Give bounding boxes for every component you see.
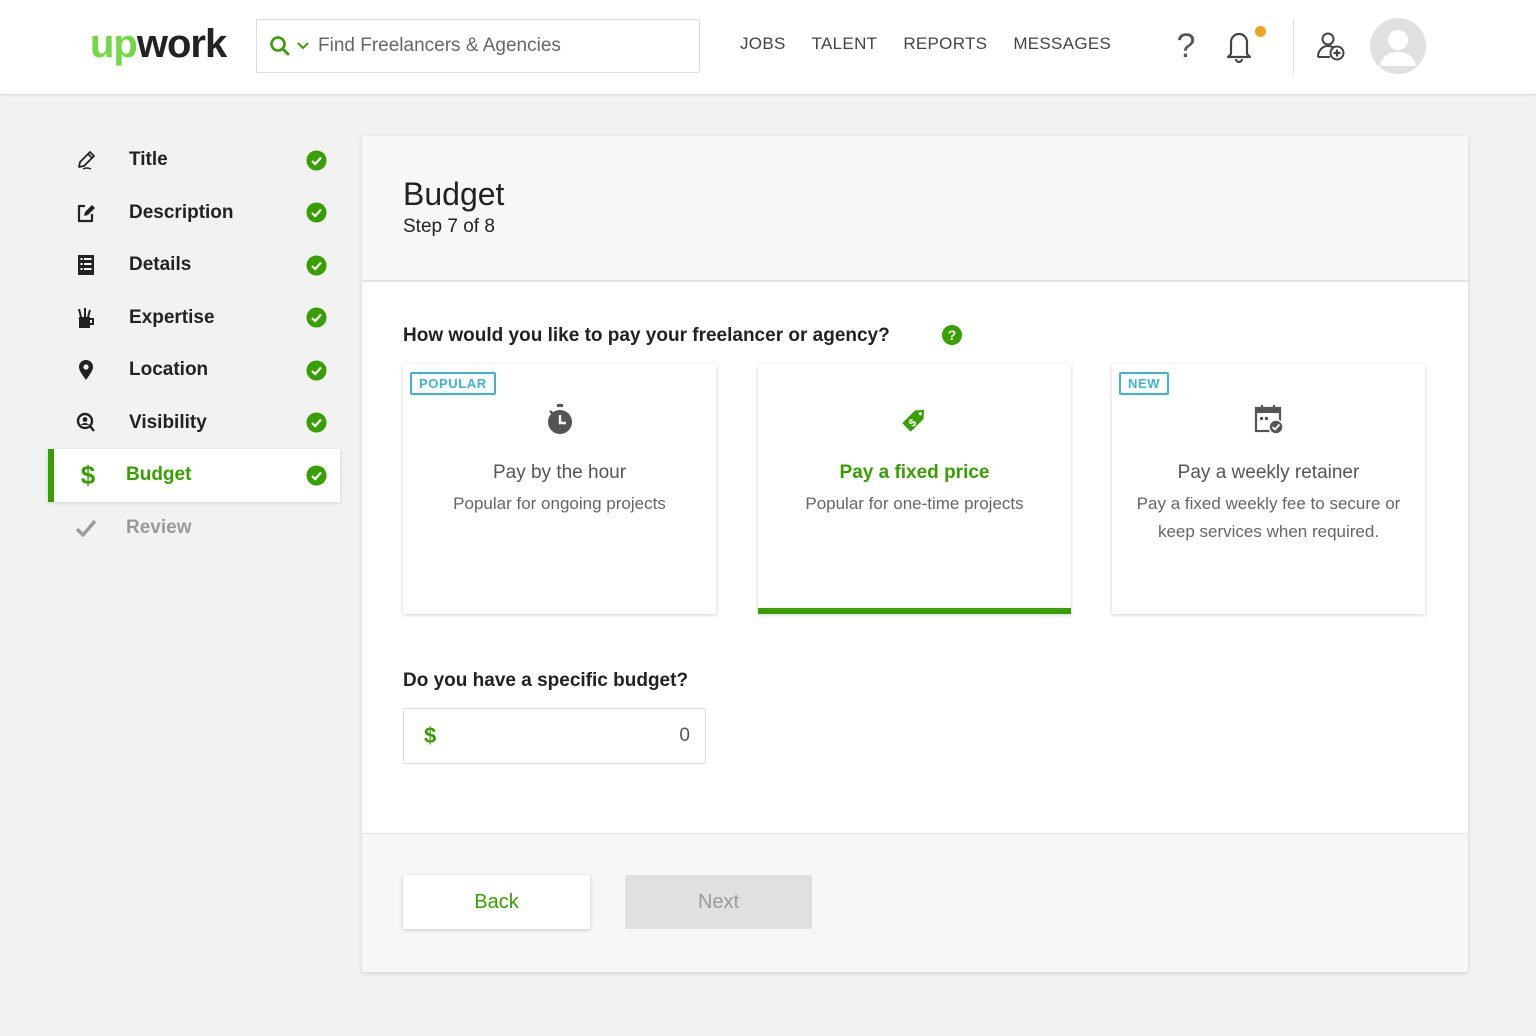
check-circle-icon [306,412,327,433]
edit-icon [74,201,98,225]
pencil-icon [74,148,98,172]
check-circle-icon [306,465,327,486]
panel-footer: Back Next [362,833,1468,972]
nav-messages[interactable]: MESSAGES [1013,34,1111,54]
budget-input[interactable] [436,725,690,747]
sidebar-item-title[interactable]: Title [48,134,340,187]
sidebar-item-label: Expertise [129,306,215,328]
page-title: Budget [403,176,505,212]
sidebar-item-label: Visibility [129,411,207,433]
search-input[interactable] [318,35,678,57]
currency-symbol: $ [424,723,437,748]
step-indicator: Step 7 of 8 [403,216,495,237]
sidebar-item-description[interactable]: Description [48,187,340,240]
user-search-icon [74,411,98,435]
sidebar-item-label: Location [129,359,209,381]
budget-input-field[interactable]: $ [403,708,706,764]
check-circle-icon [306,150,327,171]
option-description: Pay a fixed weekly fee to secure or keep… [1136,494,1401,541]
payment-question: How would you like to pay your freelance… [403,325,890,346]
check-circle-icon [306,360,327,381]
main-nav: JOBS TALENT REPORTS MESSAGES [740,34,1111,54]
map-pin-icon [74,358,98,382]
sidebar-item-label: Review [126,516,192,538]
option-title: Pay by the hour [492,462,627,483]
search-icon[interactable] [269,35,291,57]
option-title: Pay a fixed price [839,462,990,483]
sidebar-item-review: Review [48,502,340,555]
payment-option-hourly[interactable]: POPULAR Pay by the hour Popular for ongo… [403,364,716,614]
payment-option-retainer[interactable]: NEW Pay a weekly retainer Pay a fixed we… [1112,364,1425,614]
payment-option-fixed[interactable]: $ Pay a fixed price Popular for one-time… [758,364,1071,614]
sidebar-item-label: Details [129,254,192,276]
sidebar-item-location[interactable]: Location [48,344,340,397]
sidebar-item-label: Description [129,201,234,223]
default-avatar-icon [1380,30,1416,66]
chevron-down-icon[interactable] [296,41,310,51]
sidebar-item-label: Title [129,149,168,171]
budget-panel: Budget Step 7 of 8 How would you like to… [362,136,1468,972]
check-circle-icon [306,307,327,328]
notifications-bell-icon[interactable] [1222,26,1256,66]
upwork-logo[interactable]: upwork [90,20,227,68]
checkmark-icon [74,516,98,540]
budget-question: Do you have a specific budget? [403,670,689,691]
panel-header: Budget Step 7 of 8 [362,136,1468,282]
logo-up: up [90,22,138,66]
next-button: Next [625,875,812,929]
check-circle-icon [306,202,327,223]
notification-dot [1255,26,1266,37]
nav-jobs[interactable]: JOBS [740,34,786,54]
search-bar[interactable] [256,19,700,73]
list-icon [74,253,98,277]
check-circle-icon [306,255,327,276]
option-description: Popular for ongoing projects [453,494,666,513]
help-icon[interactable]: ? [1172,26,1200,66]
sidebar-item-budget[interactable]: $ Budget [48,449,340,502]
option-title: Pay a weekly retainer [1177,462,1360,483]
help-circle-icon[interactable]: ? [942,325,962,345]
top-header: upwork JOBS TALENT REPORTS MESSAGES ? [0,0,1536,95]
price-tag-icon: $ [901,409,924,432]
logo-work: work [136,22,227,66]
sidebar-item-label: Budget [126,464,192,486]
calendar-check-icon [1254,405,1284,435]
add-user-icon[interactable] [1314,28,1348,64]
new-badge: NEW [1119,372,1170,395]
steps-sidebar: Title Description Details Expertise Loca… [48,134,340,554]
popular-badge: POPULAR [410,372,496,395]
nav-talent[interactable]: TALENT [812,34,878,54]
sidebar-item-expertise[interactable]: Expertise [48,292,340,345]
user-avatar[interactable] [1370,18,1426,74]
header-divider [1293,18,1294,74]
stopwatch-icon [547,404,572,434]
nav-reports[interactable]: REPORTS [903,34,987,54]
option-description: Popular for one-time projects [805,494,1024,513]
sidebar-item-details[interactable]: Details [48,239,340,292]
sidebar-item-visibility[interactable]: Visibility [48,397,340,450]
tools-cup-icon [74,306,98,330]
dollar-icon: $ [80,459,96,490]
back-button[interactable]: Back [403,875,590,929]
